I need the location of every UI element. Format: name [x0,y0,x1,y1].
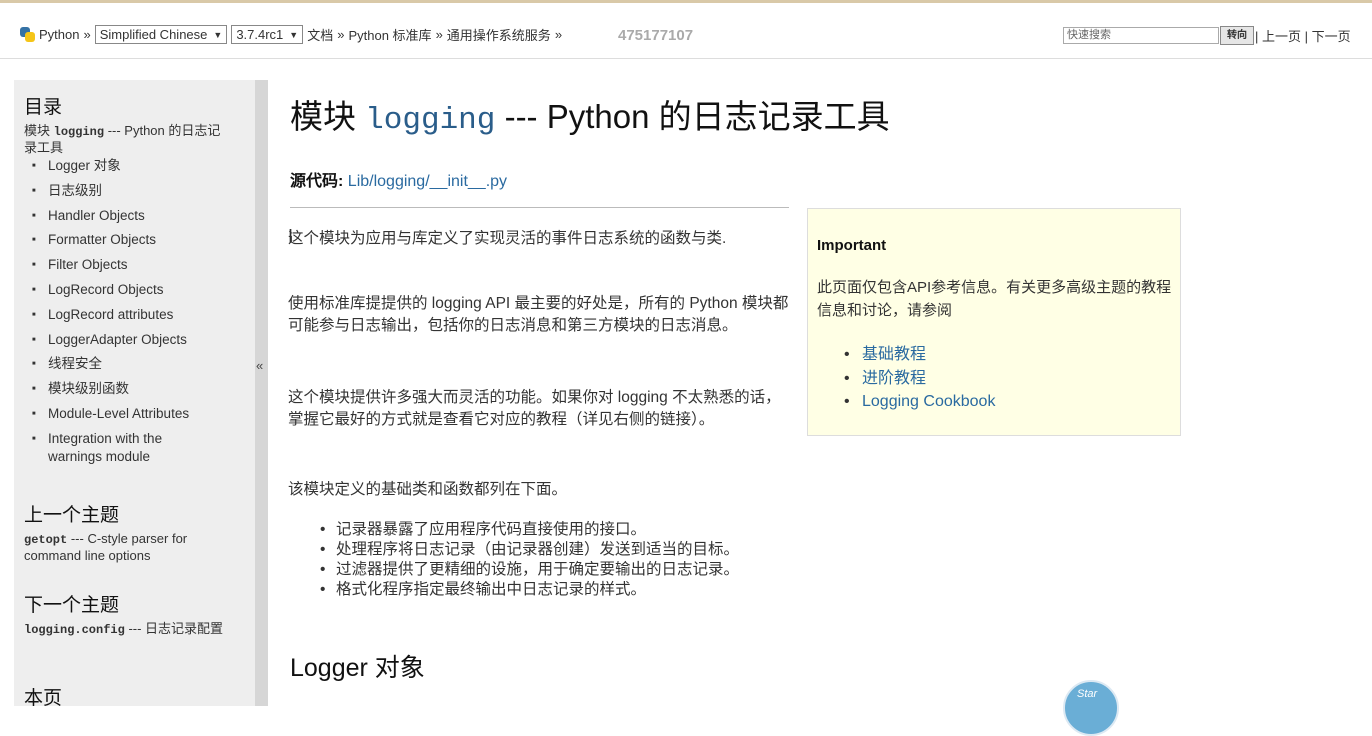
main-content: 模块 logging --- Python 的日志记录工具 源代码: Lib/l… [288,90,1350,682]
toc-item-handler[interactable]: Handler Objects [32,207,229,225]
divider [290,207,789,208]
next-topic-link[interactable]: logging.config --- 日志记录配置 [24,621,229,638]
toc-item-module-functions[interactable]: 模块级别函数 [32,380,229,398]
breadcrumb-separator: » [435,27,443,42]
python-home-link[interactable]: Python [39,27,79,42]
breadcrumb-separator: » [554,27,563,42]
nav-separator: | [1255,29,1259,44]
next-topic-rest: --- 日志记录配置 [128,621,224,636]
language-select-value: Simplified Chinese [99,27,208,42]
toc-item-logrecord[interactable]: LogRecord Objects [32,281,229,299]
breadcrumb-separator: » [83,27,91,42]
breadcrumb-os-services-link[interactable]: 通用操作系统服务 [447,25,551,44]
prev-next-nav: | 上一页 | 下一页 [1255,26,1351,45]
toc-item-filter[interactable]: Filter Objects [32,256,229,274]
previous-page-link[interactable]: 上一页 [1262,29,1301,44]
badge-text: Star [1077,688,1098,700]
prev-topic-heading: 上一个主题 [24,505,120,526]
sidebar-toc: 目录 模块 logging --- Python 的日志记录工具 Logger … [24,92,229,473]
toc-list: Logger 对象 日志级别 Handler Objects Formatter… [24,157,229,466]
toc-item-warnings-integration[interactable]: Integration with the warnings module [32,430,208,466]
title-prefix: 模块 [290,98,356,135]
sidebar-next-topic: 下一个主题 logging.config --- 日志记录配置 [24,590,229,638]
collapse-chevron-icon: « [256,358,264,373]
title-rest: --- Python 的日志记录工具 [504,98,890,135]
sidebar: 目录 模块 logging --- Python 的日志记录工具 Logger … [14,80,255,709]
next-page-link[interactable]: 下一页 [1312,29,1351,44]
language-select[interactable]: Simplified Chinese ▼ [94,25,228,44]
source-code-line: 源代码: Lib/logging/__init__.py [290,167,507,191]
star-badge-icon[interactable]: Star [1063,680,1119,736]
next-topic-heading: 下一个主题 [24,595,120,616]
list-item: 处理程序将日志记录（由记录器创建）发送到适当的目标。 [320,540,739,560]
python-logo-icon [20,27,35,42]
search-go-button[interactable]: 转向 [1220,26,1254,45]
sidebar-prev-topic: 上一个主题 getopt --- C-style parser for comm… [24,500,224,564]
text-cursor-icon: I [288,226,294,246]
version-select-value: 3.7.4rc1 [236,27,284,42]
breadcrumb-stdlib-link[interactable]: Python 标准库 [348,25,431,44]
advanced-tutorial-link[interactable]: 进阶教程 [844,367,995,391]
breadcrumb-separator: » [337,27,345,42]
toc-heading: 目录 [24,97,63,118]
components-list: 记录器暴露了应用程序代码直接使用的接口。 处理程序将日志记录（由记录器创建）发送… [320,520,739,600]
source-file-link[interactable]: Lib/logging/__init__.py [348,173,507,190]
watermark-text: 475177107 [618,27,694,44]
prev-topic-link[interactable]: getopt --- C-style parser for command li… [24,531,224,564]
toc-item-logger[interactable]: Logger 对象 [32,157,229,175]
toc-item-formatter[interactable]: Formatter Objects [32,231,229,249]
next-topic-code: logging.config [24,623,125,637]
toc-module-prefix: 模块 [24,123,51,138]
toc-item-thread-safety[interactable]: 线程安全 [32,355,229,373]
important-body: 此页面仅包含API参考信息。有关更多高级主题的教程信息和讨论，请参阅 [817,279,1172,319]
toc-item-loggeradapter[interactable]: LoggerAdapter Objects [32,331,229,349]
source-label: 源代码: [290,173,344,190]
prev-topic-code: getopt [24,533,68,547]
tutorial-links: 基础教程 进阶教程 Logging Cookbook [844,343,995,414]
toc-item-levels[interactable]: 日志级别 [32,182,229,200]
toc-module-code: logging [53,125,105,139]
chevron-down-icon: ▼ [213,29,223,40]
title-code: logging [365,103,496,138]
sidebar-collapse-handle[interactable]: « [255,80,268,706]
chevron-down-icon: ▼ [289,29,299,40]
important-box: Important 此页面仅包含API参考信息。有关更多高级主题的教程信息和讨论… [807,208,1181,436]
benefit-paragraph: 使用标准库提提供的 logging API 最主要的好处是，所有的 Python… [288,295,789,334]
basic-tutorial-link[interactable]: 基础教程 [844,343,995,367]
features-paragraph: 这个模块提供许多强大而灵活的功能。如果你对 logging 不太熟悉的话， 掌握… [288,389,781,428]
logging-cookbook-link[interactable]: Logging Cookbook [844,390,995,414]
classes-paragraph: 该模块定义的基础类和函数都列在下面。 [288,481,568,498]
list-item: 格式化程序指定最终输出中日志记录的样式。 [320,580,739,600]
breadcrumb: Python » Simplified Chinese ▼ 3.7.4rc1 ▼ 文… [20,25,562,44]
top-accent-line [0,0,1372,3]
breadcrumb-docs-link[interactable]: 文档 [307,25,333,44]
page-title: 模块 logging --- Python 的日志记录工具 [290,90,1350,138]
section-heading-logger: Logger 对象 [290,654,425,682]
list-item: 记录器暴露了应用程序代码直接使用的接口。 [320,520,739,540]
quick-search-input[interactable]: 快速搜索 [1063,27,1219,44]
toc-module-link[interactable]: 模块 logging --- Python 的日志记录工具 [24,123,229,156]
list-item: 过滤器提供了更精细的设施，用于确定要输出的日志记录。 [320,560,739,580]
important-title: Important [817,237,887,254]
toc-item-logrecord-attributes[interactable]: LogRecord attributes [32,306,229,324]
nav-separator: | [1304,29,1309,44]
version-select[interactable]: 3.7.4rc1 ▼ [231,25,304,44]
intro-paragraph: 这个模块为应用与库定义了实现灵活的事件日志系统的函数与类. [288,230,727,247]
toc-item-module-attributes[interactable]: Module-Level Attributes [32,405,229,423]
